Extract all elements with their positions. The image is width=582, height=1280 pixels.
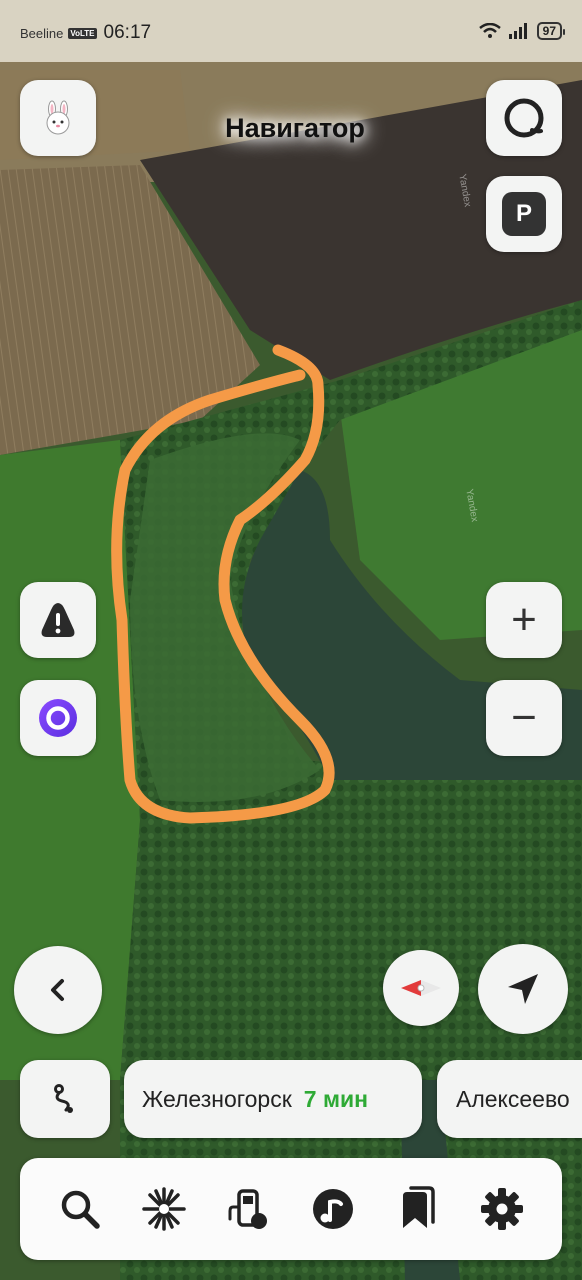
destination-name: Железногорск: [142, 1085, 292, 1112]
zoom-in-button[interactable]: +: [486, 582, 562, 658]
chevron-left-icon: [51, 979, 64, 1001]
back-button[interactable]: [14, 946, 102, 1034]
status-bar: Beeline VoLTE 06:17 97: [0, 0, 582, 62]
destination-chip[interactable]: Алексеево: [437, 1060, 582, 1138]
alice-icon: [504, 98, 544, 138]
settings-icon: [480, 1188, 523, 1230]
voice-assistant-button[interactable]: [20, 680, 96, 756]
parking-icon: P: [502, 192, 546, 236]
volte-badge: VoLTE: [68, 27, 97, 39]
alice-button[interactable]: [486, 80, 562, 156]
battery-icon: 97: [536, 22, 566, 40]
plus-icon: +: [511, 595, 537, 644]
parking-button[interactable]: P: [486, 176, 562, 252]
route-icon: [54, 1084, 73, 1113]
route-button[interactable]: [20, 1060, 110, 1138]
warning-icon: [41, 603, 75, 637]
destination-chip[interactable]: Железногорск 7 мин: [124, 1060, 422, 1138]
tab-settings[interactable]: [472, 1179, 532, 1239]
clock: 06:17: [103, 22, 152, 43]
profile-button[interactable]: [20, 80, 96, 156]
zoom-out-button[interactable]: −: [486, 680, 562, 756]
minus-icon: −: [511, 693, 537, 742]
tab-gas-station[interactable]: [219, 1179, 279, 1239]
wifi-icon: [478, 23, 501, 38]
destination-name: Алексеево: [456, 1085, 570, 1112]
compass-icon: [401, 980, 441, 996]
my-location-button[interactable]: [478, 944, 568, 1034]
map-title: Навигатор: [185, 90, 405, 178]
parking-label: P: [515, 200, 532, 227]
tab-music[interactable]: [303, 1179, 363, 1239]
gas-station-icon: [228, 1189, 267, 1229]
signal-icon: [508, 23, 527, 39]
discovery-icon: [142, 1187, 187, 1231]
rabbit-icon: [46, 100, 70, 135]
tab-search[interactable]: [50, 1179, 110, 1239]
compass-button[interactable]: [383, 950, 459, 1026]
report-incident-button[interactable]: [20, 582, 96, 658]
bookmarks-icon: [403, 1186, 436, 1228]
destination-eta: 7 мин: [303, 1085, 368, 1112]
tab-bookmarks[interactable]: [387, 1179, 447, 1239]
tab-discovery[interactable]: [134, 1179, 194, 1239]
search-icon: [61, 1190, 100, 1229]
alice-voice-icon: [39, 699, 77, 737]
navigation-arrow-icon: [508, 974, 538, 1004]
bottom-tab-bar: [20, 1158, 562, 1260]
music-icon: [313, 1189, 354, 1229]
carrier-name: Beeline: [20, 25, 64, 41]
